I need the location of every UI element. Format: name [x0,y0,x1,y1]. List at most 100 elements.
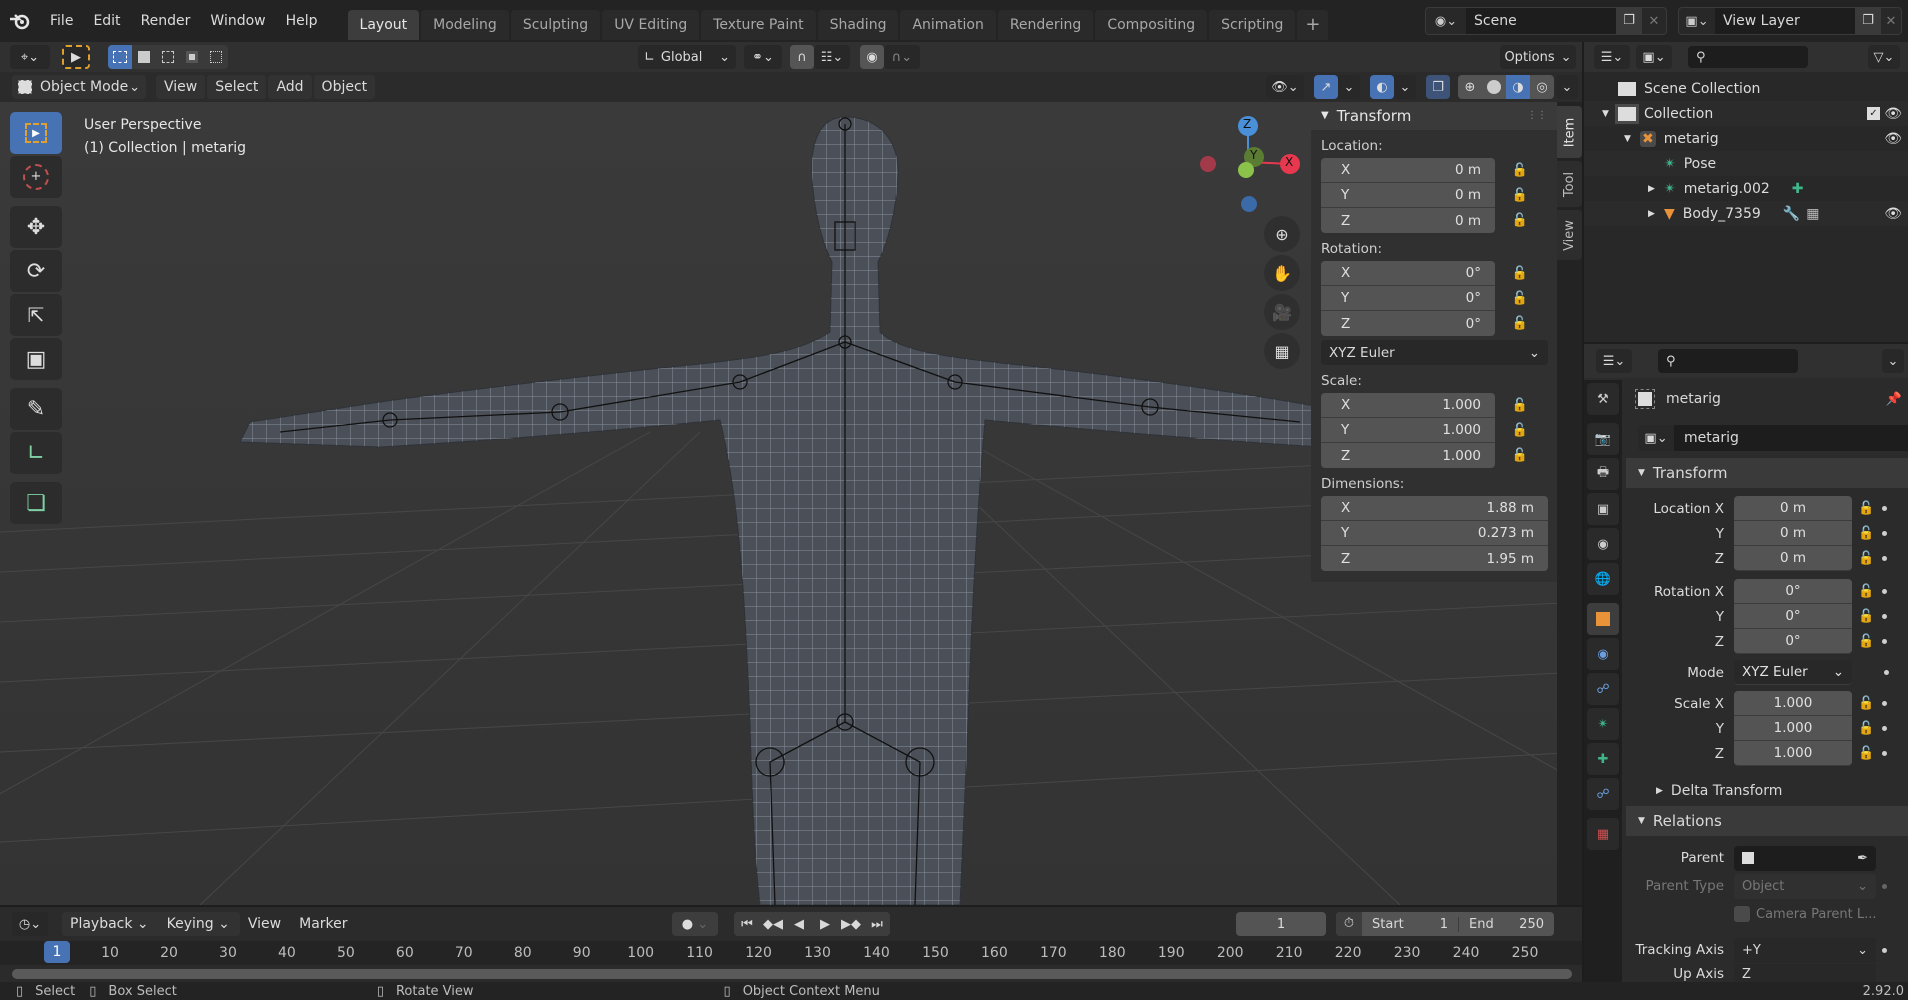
overlays-toggle[interactable]: ◐ [1370,75,1394,99]
select-extend-mode[interactable] [132,45,156,69]
tab-rendering[interactable]: Rendering [997,10,1094,40]
rotation-x-field[interactable]: X 0° [1321,261,1495,286]
lock-icon[interactable]: 🔓 [1511,311,1529,336]
tab-texture-paint[interactable]: Texture Paint [701,10,816,40]
location-z-field[interactable]: 0 m [1734,546,1852,571]
xray-toggle[interactable]: ❐ [1426,75,1450,99]
keyframe-dot[interactable] [1882,556,1888,561]
tab-object[interactable] [1587,603,1619,635]
outliner-item-scene-collection[interactable]: Scene Collection [1584,76,1908,101]
tab-view[interactable]: View [1557,210,1582,260]
rotation-z-field[interactable]: Z 0° [1321,311,1495,336]
tab-physics[interactable]: ◉ [1587,638,1619,670]
select-subtract-mode[interactable] [156,45,180,69]
transform-section-header[interactable]: ▼ Transform [1626,458,1908,488]
expand-triangle-icon[interactable]: ▼ [1624,134,1640,144]
expand-triangle-icon[interactable]: ▼ [1602,109,1618,119]
tool-cursor[interactable]: + [10,156,62,198]
keyframe-dot[interactable] [1882,614,1888,619]
outliner-item-metarig-002[interactable]: ▶ ✴ metarig.002 ✚ [1584,176,1908,201]
add-menu[interactable]: Add [268,75,312,99]
keyframe-dot[interactable] [1882,883,1887,889]
lock-icon[interactable]: 🔓 [1511,183,1529,208]
transform-orientation-dropdown[interactable]: ∟ Global ⌄ [638,45,736,69]
lock-icon[interactable]: 🔓 [1511,158,1529,183]
blender-logo-icon[interactable] [0,0,40,42]
rotation-mode-dropdown[interactable]: XYZ Euler ⌄ [1734,660,1852,685]
lock-icon[interactable]: 🔓 [1511,208,1529,233]
playhead[interactable]: 1 [44,941,70,963]
scene-selector[interactable]: ◉⌄ Scene ❐ ✕ [1425,7,1667,35]
menu-file[interactable]: File [40,0,83,42]
properties-editor-type[interactable]: ☰⌄ [1596,349,1632,373]
tab-constraints[interactable]: ☍ [1587,673,1619,705]
tool-annotate[interactable]: ✎ [10,388,62,430]
filter-dropdown[interactable]: ▽⌄ [1868,45,1900,69]
tab-object-data[interactable]: ✴ [1587,708,1619,740]
outliner-editor-type[interactable]: ☰⌄ [1594,45,1630,69]
shading-wireframe[interactable]: ⊕ [1458,75,1482,99]
scale-x-field[interactable]: X 1.000 [1321,393,1495,418]
location-x-field[interactable]: X 0 m [1321,158,1495,183]
view-layer-selector[interactable]: ▣⌄ View Layer ❐ ✕ [1678,7,1902,35]
tool-add-cube[interactable]: ❏ [10,482,62,524]
properties-search-input[interactable]: ⚲ [1658,349,1798,373]
rotation-y-field[interactable]: 0° [1734,604,1852,629]
keyframe-dot[interactable] [1882,726,1888,731]
parent-type-dropdown[interactable]: Object ⌄ [1734,873,1876,899]
tab-uv-editing[interactable]: UV Editing [602,10,700,40]
editor-type-button[interactable]: ⌖⌄ [10,45,50,69]
camera-view-button[interactable]: 🎥 [1264,294,1300,330]
tab-layout[interactable]: Layout [347,10,420,40]
location-x-field[interactable]: 0 m [1734,496,1852,521]
eye-icon[interactable]: 👁 [1884,131,1902,147]
drag-handle-icon[interactable]: ⋮⋮ [1527,102,1547,130]
shading-material-preview[interactable]: ◑ [1506,75,1530,99]
menu-render[interactable]: Render [131,0,201,42]
location-z-field[interactable]: Z 0 m [1321,208,1495,233]
dimension-z-field[interactable]: Z 1.95 m [1321,546,1548,571]
lock-icon[interactable]: 🔓 [1858,696,1874,711]
dimension-y-field[interactable]: Y 0.273 m [1321,521,1548,546]
wrench-icon[interactable]: 🔧 [1783,206,1800,222]
scale-z-field[interactable]: 1.000 [1734,741,1852,766]
outliner-search-input[interactable]: ⚲ [1688,46,1808,68]
lock-icon[interactable]: 🔓 [1511,286,1529,311]
object-name-field[interactable]: ▣⌄ metarig [1638,424,1908,452]
tab-animation[interactable]: Animation [900,10,996,40]
pan-button[interactable]: ✋ [1264,255,1300,291]
falloff-dropdown[interactable]: ∩⌄ [884,45,920,69]
keyframe-dot[interactable] [1882,751,1888,756]
camera-parent-lock-checkbox[interactable] [1734,906,1750,922]
up-axis-dropdown[interactable]: Z [1734,964,1876,984]
tab-tool-settings[interactable]: ⚒ [1587,383,1619,415]
timeline-scrollbar[interactable] [12,969,1572,979]
delta-transform-subpanel[interactable]: ▶ Delta Transform [1626,776,1908,806]
lock-icon[interactable]: 🔓 [1511,443,1529,468]
object-type-dropdown[interactable]: ▣⌄ [1638,425,1674,451]
lock-icon[interactable]: 🔓 [1511,393,1529,418]
scale-x-field[interactable]: 1.000 [1734,691,1852,716]
keyframe-dot[interactable] [1882,589,1888,594]
pin-icon[interactable]: 📌 [1886,392,1902,407]
menu-window[interactable]: Window [200,0,275,42]
view-layer-name[interactable]: View Layer [1715,8,1855,34]
rotation-mode-dropdown[interactable]: XYZ Euler ⌄ [1321,340,1548,365]
snap-target-dropdown[interactable]: ☷⌄ [814,45,850,69]
object-name-value[interactable]: metarig [1674,425,1908,451]
tool-select-box[interactable]: ▶ [10,112,62,154]
eye-icon[interactable]: 👁 [1884,206,1902,222]
tool-measure[interactable]: ∟ [10,432,62,474]
rotation-y-field[interactable]: Y 0° [1321,286,1495,311]
tracking-axis-dropdown[interactable]: +Y ⌄ [1734,937,1876,963]
outliner-item-metarig[interactable]: ▼ ✖ metarig 👁 [1584,126,1908,151]
shading-dropdown[interactable]: ⌄ [1556,75,1578,99]
keyframe-dot[interactable] [1882,639,1888,644]
relations-section-header[interactable]: ▼ Relations [1626,806,1908,836]
tab-scene[interactable]: ◉ [1587,528,1619,560]
keyframe-dot[interactable] [1884,670,1889,675]
location-y-field[interactable]: Y 0 m [1321,183,1495,208]
vertex-groups-icon[interactable]: ▦ [1806,206,1819,222]
shading-rendered[interactable]: ◎ [1530,75,1554,99]
tool-scale[interactable]: ⇱ [10,294,62,336]
